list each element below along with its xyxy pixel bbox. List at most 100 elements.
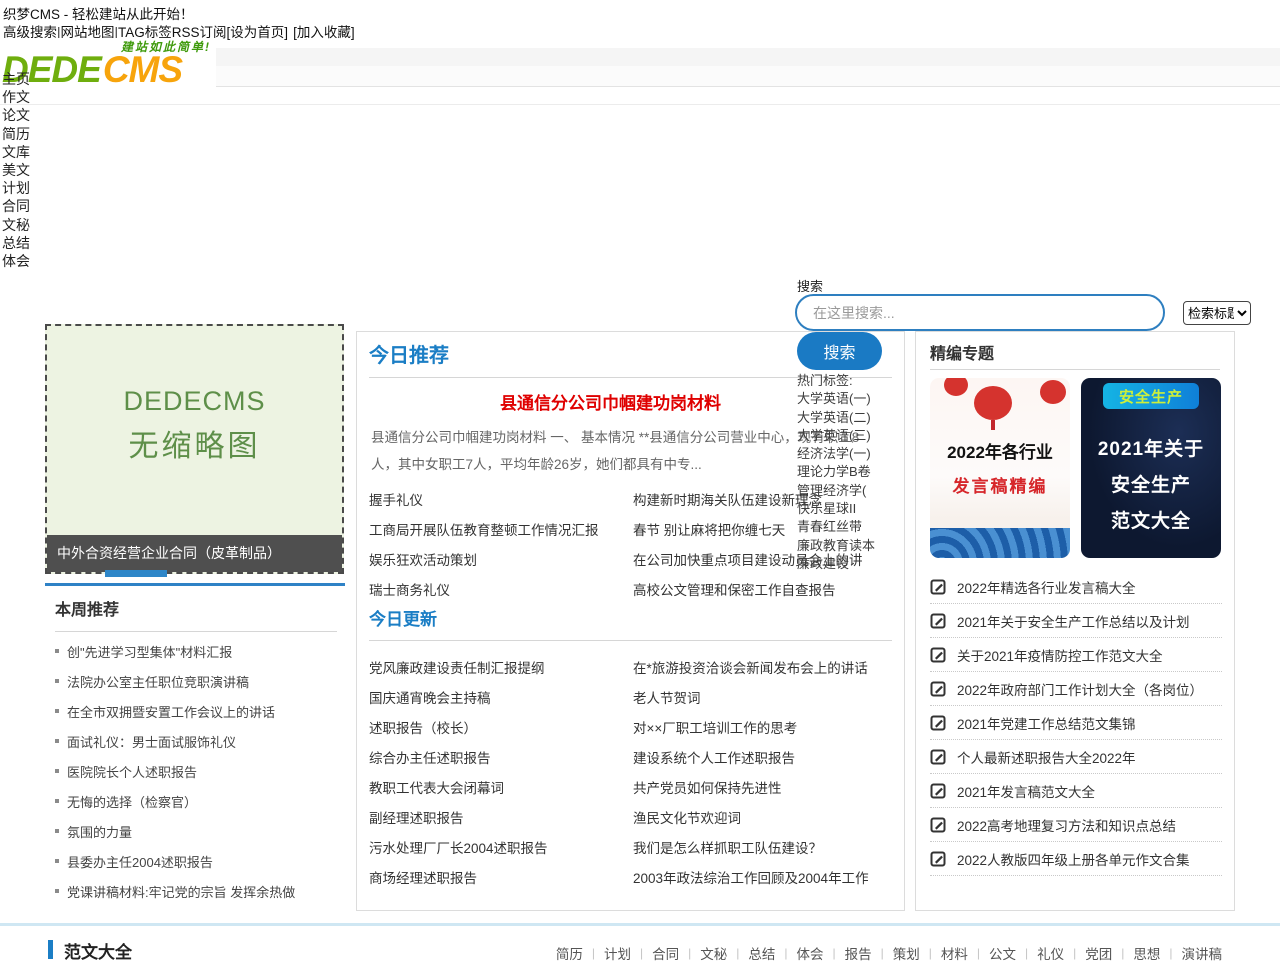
nav-item-lunwen[interactable]: 论文	[2, 106, 30, 124]
nav-item-home[interactable]: 主页	[2, 70, 30, 88]
category-link[interactable]: 合同	[652, 943, 679, 963]
nav-item-wenmi[interactable]: 文秘	[2, 216, 30, 234]
topic-link[interactable]: 2022高考地理复习方法和知识点总结	[957, 815, 1176, 835]
featured-article-card[interactable]: DEDECMS 无缩略图 中外合资经营企业合同（皮革制品）	[45, 324, 344, 574]
article-link[interactable]: 污水处理厂厂长2004述职报告	[357, 837, 621, 857]
tag-link[interactable]: 大学英语(二)	[797, 409, 907, 427]
topic-link[interactable]: 个人最新述职报告大全2022年	[957, 747, 1136, 767]
article-link[interactable]: 教职工代表大会闭幕词	[357, 777, 621, 797]
top-link-add-favorite[interactable]: [加入收藏]	[293, 25, 355, 40]
category-link[interactable]: 报告	[845, 943, 872, 963]
nav-item-jihua[interactable]: 计划	[2, 179, 30, 197]
nav-item-hetong[interactable]: 合同	[2, 197, 30, 215]
tag-link[interactable]: 廉政建设	[797, 555, 907, 573]
article-link[interactable]: 县委办主任2004述职报告	[67, 852, 213, 871]
article-link[interactable]: 工商局开展队伍教育整顿工作情况汇报	[357, 519, 621, 539]
logo[interactable]: 建站如此简单! DEDECMS	[0, 38, 216, 91]
carousel-indicator[interactable]	[105, 570, 167, 577]
article-link[interactable]: 无悔的选择（检察官）	[67, 792, 197, 811]
nav-item-meiwen[interactable]: 美文	[2, 161, 30, 179]
category-link[interactable]: 材料	[941, 943, 968, 963]
tag-link[interactable]: 经济法学(一)	[797, 445, 907, 463]
search-input[interactable]	[795, 294, 1165, 331]
article-link[interactable]: 高校公文管理和保密工作自查报告	[621, 579, 904, 599]
topic-link[interactable]: 2022年精选各行业发言稿大全	[957, 577, 1136, 597]
list-item: 2022年政府部门工作计划大全（各岗位）	[930, 672, 1222, 706]
tag-link[interactable]: 廉政教育读本	[797, 537, 907, 555]
nav-item-tihui[interactable]: 体会	[2, 252, 30, 270]
category-link[interactable]: 简历	[556, 943, 583, 963]
article-link[interactable]: 党课讲稿材料:牢记党的宗旨 发挥余热做	[67, 882, 295, 901]
topic-link[interactable]: 2022年政府部门工作计划大全（各岗位）	[957, 679, 1203, 699]
tag-link[interactable]: 理论力学B卷	[797, 463, 907, 481]
tag-link[interactable]: 青春红丝带	[797, 518, 907, 536]
tag-link[interactable]: 管理经济学(	[797, 482, 907, 500]
tag-link[interactable]: 大学英语(三)	[797, 427, 907, 445]
article-link[interactable]: 党风廉政建设责任制汇报提纲	[357, 657, 621, 677]
article-link[interactable]: 娱乐狂欢活动策划	[357, 549, 621, 569]
article-link[interactable]: 握手礼仪	[357, 489, 621, 509]
search-button[interactable]: 搜索	[797, 332, 882, 370]
special-topics-title: 精编专题	[930, 340, 994, 364]
left-nav: 主页 作文 论文 简历 文库 美文 计划 合同 文秘 总结 体会	[2, 70, 30, 270]
article-link[interactable]: 商场经理述职报告	[357, 867, 621, 887]
category-link[interactable]: 策划	[893, 943, 920, 963]
category-link[interactable]: 体会	[797, 943, 824, 963]
article-link[interactable]: 我们是怎么样抓职工队伍建设？	[621, 837, 904, 857]
wave-decoration	[930, 528, 1070, 558]
article-link[interactable]: 国庆通宵晚会主持稿	[357, 687, 621, 707]
article-link[interactable]: 共产党员如何保持先进性	[621, 777, 904, 797]
search-scope-select[interactable]: 检索标题	[1183, 301, 1251, 325]
category-link[interactable]: 文秘	[700, 943, 727, 963]
article-link[interactable]: 瑞士商务礼仪	[357, 579, 621, 599]
topic-link[interactable]: 关于2021年疫情防控工作范文大全	[957, 645, 1163, 665]
nav-item-wenku[interactable]: 文库	[2, 143, 30, 161]
promo-card-speeches-2022[interactable]: 2022年各行业 发言稿精编	[930, 378, 1070, 558]
article-link[interactable]: 在全市双拥暨安置工作会议上的讲话	[67, 702, 275, 721]
list-item: 法院办公室主任职位竞职演讲稿	[55, 666, 339, 696]
category-link[interactable]: 总结	[748, 943, 775, 963]
article-link[interactable]: 渔民文化节欢迎词	[621, 807, 904, 827]
lantern-tassel	[991, 420, 995, 430]
promo-card-safety-2021[interactable]: 安全生产 2021年关于 安全生产 范文大全	[1081, 378, 1221, 558]
article-link[interactable]: 述职报告（校长）	[357, 717, 621, 737]
article-link[interactable]: 2003年政法综治工作回顾及2004年工作	[621, 867, 904, 887]
category-link[interactable]: 思想	[1133, 943, 1160, 963]
category-link[interactable]: 计划	[604, 943, 631, 963]
topic-link[interactable]: 2021年发言稿范文大全	[957, 781, 1095, 801]
category-link[interactable]: 公文	[989, 943, 1016, 963]
tag-link[interactable]: 快乐星球II	[797, 500, 907, 518]
topic-link[interactable]: 2022人教版四年级上册各单元作文合集	[957, 849, 1190, 869]
nav-item-zuowen[interactable]: 作文	[2, 88, 30, 106]
article-link[interactable]: 对××厂职工培训工作的思考	[621, 717, 904, 737]
divider	[55, 631, 337, 632]
special-topics-panel: 精编专题 2022年各行业 发言稿精编 安全生产 2021年关于 安全生产 范文…	[915, 331, 1235, 911]
article-link[interactable]: 在*旅游投资洽谈会新闻发布会上的讲话	[621, 657, 904, 677]
today-recommend-title: 今日推荐	[369, 339, 449, 368]
featured-article-title[interactable]: 县通信分公司巾帼建功岗材料	[357, 389, 864, 414]
top-link-set-homepage[interactable]: [设为首页]	[227, 25, 289, 40]
promo-cards: 2022年各行业 发言稿精编 安全生产 2021年关于 安全生产 范文大全	[930, 378, 1221, 558]
category-link[interactable]: 党团	[1085, 943, 1112, 963]
article-link[interactable]: 创"先进学习型集体"材料汇报	[67, 642, 232, 661]
category-link[interactable]: 礼仪	[1037, 943, 1064, 963]
nav-item-jianli[interactable]: 简历	[2, 125, 30, 143]
article-link[interactable]: 建设系统个人工作述职报告	[621, 747, 904, 767]
bullet-icon	[55, 679, 59, 683]
tag-link[interactable]: 大学英语(一)	[797, 390, 907, 408]
topic-link[interactable]: 2021年党建工作总结范文集锦	[957, 713, 1136, 733]
article-link[interactable]: 氛围的力量	[67, 822, 132, 841]
article-link[interactable]: 副经理述职报告	[357, 807, 621, 827]
article-link[interactable]: 法院办公室主任职位竞职演讲稿	[67, 672, 249, 691]
topic-link[interactable]: 2021年关于安全生产工作总结以及计划	[957, 611, 1190, 631]
list-item: 2022人教版四年级上册各单元作文合集	[930, 842, 1222, 876]
category-link[interactable]: 演讲稿	[1182, 943, 1223, 963]
nav-item-zongjie[interactable]: 总结	[2, 234, 30, 252]
divider	[369, 640, 892, 641]
article-link[interactable]: 老人节贺词	[621, 687, 904, 707]
article-link[interactable]: 医院院长个人述职报告	[67, 762, 197, 781]
separator: |	[592, 946, 595, 960]
edit-icon	[930, 681, 946, 697]
article-link[interactable]: 综合办主任述职报告	[357, 747, 621, 767]
article-link[interactable]: 面试礼仪：男士面试服饰礼仪	[67, 732, 236, 751]
